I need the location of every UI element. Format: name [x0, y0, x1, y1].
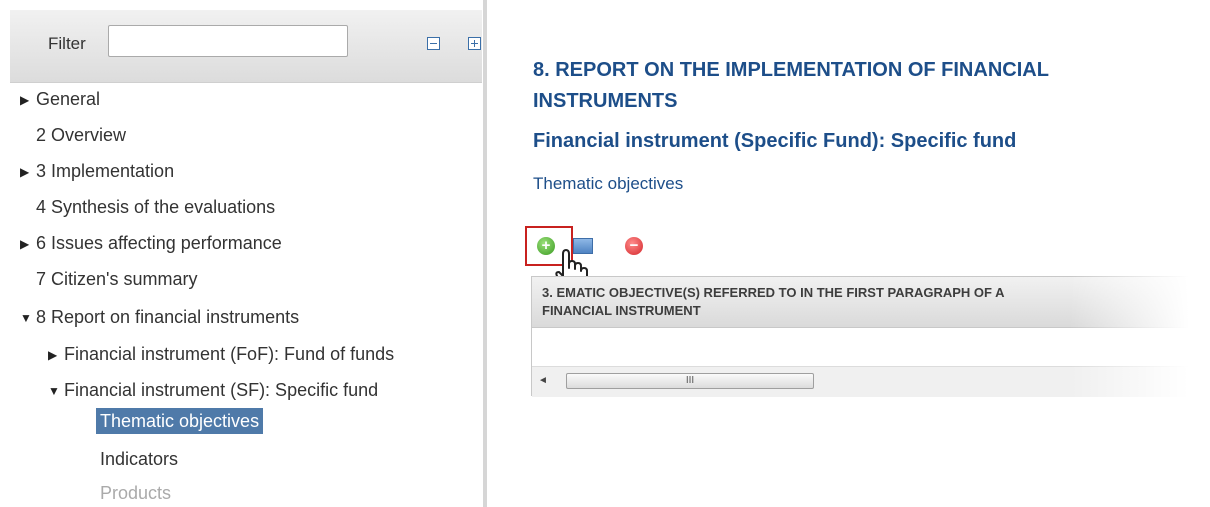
expand-arrow-icon[interactable]: ▶: [20, 233, 36, 255]
tree-item-label: 8 Report on financial instruments: [36, 307, 300, 327]
expand-arrow-icon[interactable]: ▶: [48, 344, 64, 366]
filter-input[interactable]: [108, 25, 348, 57]
collapse-arrow-icon[interactable]: ▼: [48, 380, 64, 402]
tree-item-thematic-objectives[interactable]: Thematic objectives: [96, 408, 264, 434]
tree-item-overview[interactable]: 2 Overview: [36, 124, 126, 146]
filter-label: Filter: [48, 34, 86, 53]
tree-item-issues[interactable]: ▶ 6 Issues affecting performance: [20, 232, 282, 255]
edge-fade: [1070, 0, 1210, 507]
tree-item-label: Products: [100, 483, 172, 503]
tree-item-label: Thematic objectives: [100, 411, 260, 431]
tree-item-label: Financial instrument (FoF): Fund of fund…: [64, 344, 395, 364]
tree-item-implementation[interactable]: ▶ 3 Implementation: [20, 160, 174, 183]
tree-item-financial-instruments[interactable]: ▼ 8 Report on financial instruments: [20, 306, 299, 329]
sub-title: Financial instrument (Specific Fund): Sp…: [533, 130, 1017, 152]
expand-arrow-icon[interactable]: ▶: [20, 161, 36, 183]
tree-item-indicators[interactable]: Indicators: [100, 448, 178, 470]
collapse-all-icon[interactable]: [427, 37, 440, 50]
tree-item-label: General: [36, 89, 101, 109]
tree-item-label: 3 Implementation: [36, 161, 175, 181]
tree-panel: Filter ▶ General 2 Overview ▶ 3 Implementa…: [0, 0, 483, 507]
tree-item-products[interactable]: Products: [100, 482, 171, 504]
tree-item-label: 7 Citizen's summary: [36, 269, 198, 289]
grid-toolbar: + −: [525, 226, 685, 295]
tree-item-label: Indicators: [100, 449, 179, 469]
expand-arrow-icon[interactable]: ▶: [20, 89, 36, 111]
filter-bar: Filter: [10, 10, 482, 83]
tree-item-label: 4 Synthesis of the evaluations: [36, 197, 276, 217]
tree-item-specific-fund[interactable]: ▼ Financial instrument (SF): Specific fun…: [48, 379, 378, 402]
remove-icon[interactable]: −: [625, 237, 643, 255]
tree-item-label: 6 Issues affecting performance: [36, 233, 282, 253]
tree-item-synthesis[interactable]: 4 Synthesis of the evaluations: [36, 196, 275, 218]
panel-splitter[interactable]: [483, 0, 487, 507]
objective-label: Thematic objectives: [533, 174, 684, 193]
tree-item-general[interactable]: ▶ General: [20, 88, 100, 111]
collapse-arrow-icon[interactable]: ▼: [20, 307, 36, 329]
scroll-thumb[interactable]: III: [566, 373, 814, 389]
tree-item-citizens-summary[interactable]: 7 Citizen's summary: [36, 268, 197, 290]
tree-item-label: Financial instrument (SF): Specific fund: [64, 380, 379, 400]
scroll-left-icon[interactable]: ◄: [538, 373, 552, 389]
tree-item-label: 2 Overview: [36, 125, 127, 145]
expand-all-icon[interactable]: [468, 37, 481, 50]
tree-item-fund-of-funds[interactable]: ▶ Financial instrument (FoF): Fund of fun…: [48, 343, 394, 366]
